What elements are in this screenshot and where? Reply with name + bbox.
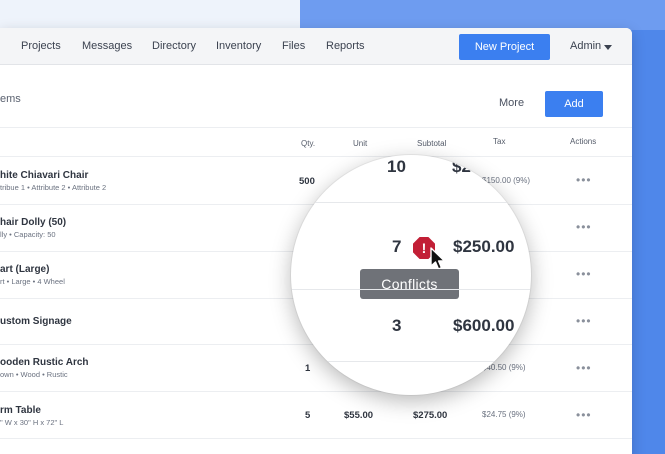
zoom-row1-qty: 10 bbox=[387, 157, 406, 176]
more-actions-icon[interactable]: ••• bbox=[576, 173, 592, 187]
add-button[interactable]: Add bbox=[545, 91, 603, 117]
row-subtitle: lly • Capacity: 50 bbox=[0, 230, 56, 239]
zoom-row3-subtotal: $600.00 bbox=[453, 316, 515, 335]
divider bbox=[0, 127, 632, 128]
magnifier-lens: 10 $2 7 ! $250.00 Conflicts 3 $600.00 bbox=[291, 155, 531, 395]
more-actions-icon[interactable]: ••• bbox=[576, 267, 592, 281]
divider bbox=[0, 438, 632, 439]
divider bbox=[291, 289, 531, 290]
card-title: ems bbox=[0, 93, 21, 105]
more-actions-icon[interactable]: ••• bbox=[576, 361, 592, 375]
nav-files[interactable]: Files bbox=[282, 40, 305, 52]
cursor-icon bbox=[430, 247, 446, 270]
row-title[interactable]: hair Dolly (50) bbox=[0, 217, 66, 228]
header-unit: Unit bbox=[353, 139, 368, 148]
zoom-row2-subtotal: $250.00 bbox=[453, 237, 515, 256]
divider bbox=[291, 202, 531, 203]
divider bbox=[291, 361, 531, 362]
nav-messages[interactable]: Messages bbox=[82, 40, 132, 52]
row-tax: $24.75 (9%) bbox=[482, 410, 526, 419]
more-actions-icon[interactable]: ••• bbox=[576, 314, 592, 328]
new-project-button[interactable]: New Project bbox=[459, 34, 550, 60]
row-subtitle: tribue 1 • Attribute 2 • Attribute 2 bbox=[0, 183, 107, 192]
chevron-down-icon[interactable] bbox=[604, 45, 612, 50]
row-title[interactable]: hite Chiavari Chair bbox=[0, 170, 88, 181]
zoom-row1-subtotal: $2 bbox=[452, 157, 471, 176]
row-subtitle: rt • Large • 4 Wheel bbox=[0, 277, 65, 286]
more-button[interactable]: More bbox=[499, 97, 524, 109]
divider bbox=[0, 156, 632, 157]
header-subtotal: Subtotal bbox=[417, 139, 447, 148]
row-qty: 1 bbox=[305, 363, 311, 374]
nav-reports[interactable]: Reports bbox=[326, 40, 365, 52]
background-accent bbox=[300, 0, 665, 30]
more-actions-icon[interactable]: ••• bbox=[576, 220, 592, 234]
admin-menu[interactable]: Admin bbox=[570, 40, 601, 52]
row-title[interactable]: ooden Rustic Arch bbox=[0, 357, 89, 368]
zoom-row2-qty: 7 bbox=[392, 237, 402, 256]
nav-directory[interactable]: Directory bbox=[152, 40, 196, 52]
row-title[interactable]: art (Large) bbox=[0, 264, 49, 275]
row-title[interactable]: ustom Signage bbox=[0, 316, 72, 327]
top-navbar: Projects Messages Directory Inventory Fi… bbox=[0, 28, 632, 65]
header-qty: Qty. bbox=[301, 139, 316, 148]
row-unit: $55.00 bbox=[344, 410, 374, 421]
row-title[interactable]: rm Table bbox=[0, 405, 41, 416]
row-subtotal: $275.00 bbox=[413, 410, 448, 421]
nav-inventory[interactable]: Inventory bbox=[216, 40, 261, 52]
nav-projects[interactable]: Projects bbox=[21, 40, 61, 52]
row-subtitle: own • Wood • Rustic bbox=[0, 370, 68, 379]
conflicts-tooltip: Conflicts bbox=[360, 269, 459, 299]
zoom-row3-qty: 3 bbox=[392, 316, 402, 335]
divider bbox=[0, 391, 632, 392]
background-light bbox=[0, 0, 300, 30]
row-qty: 500 bbox=[299, 176, 315, 187]
header-actions: Actions bbox=[570, 137, 597, 146]
row-qty: 5 bbox=[305, 410, 311, 421]
header-tax: Tax bbox=[493, 137, 506, 146]
row-subtitle: " W x 30" H x 72" L bbox=[0, 418, 64, 427]
more-actions-icon[interactable]: ••• bbox=[576, 408, 592, 422]
